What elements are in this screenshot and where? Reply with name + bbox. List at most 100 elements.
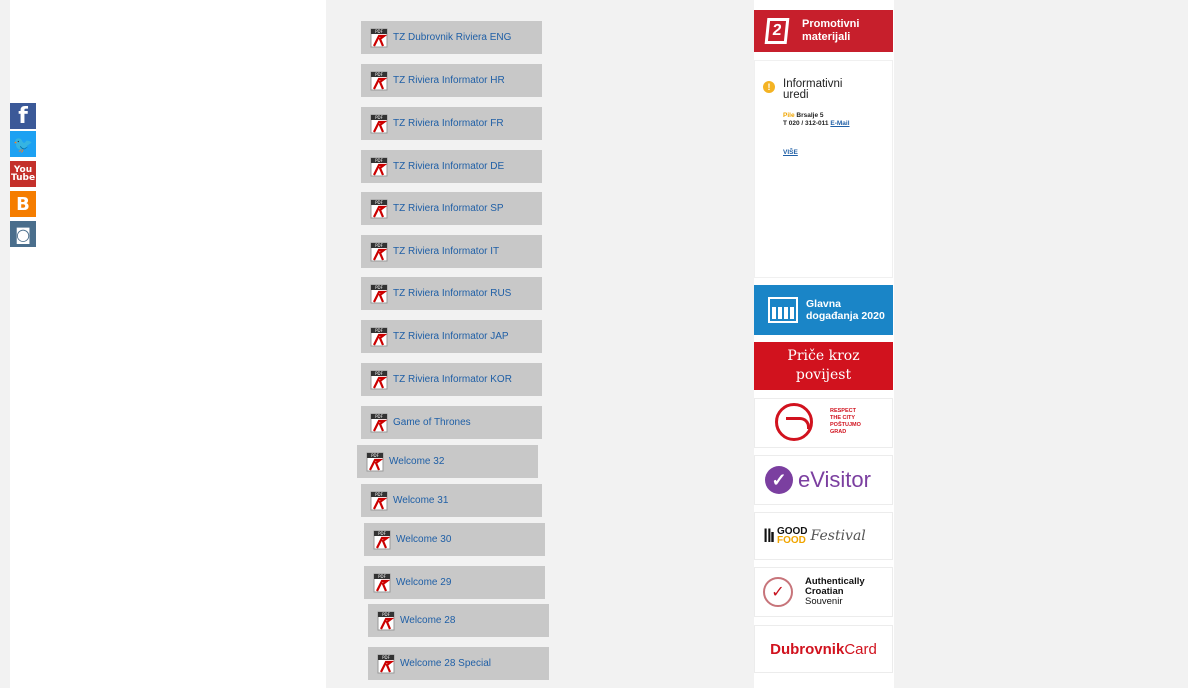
pdf-item-label: TZ Riviera Informator DE [393, 161, 505, 172]
page-background-right [894, 0, 1188, 688]
pdf-item-label: TZ Riviera Informator FR [393, 118, 504, 129]
pdf-item-label: TZ Riviera Informator JAP [393, 331, 509, 342]
respect-the-city-banner[interactable]: RESPECT THE CITY POŠTUJMO GRAD [754, 398, 893, 448]
pdf-file-icon: PDF [377, 611, 395, 631]
pdf-item-label: Welcome 32 [389, 456, 445, 467]
page-background-left [0, 0, 10, 688]
pdf-download-item[interactable]: PDF TZ Riviera Informator FR [361, 107, 542, 140]
pdf-item-label: TZ Riviera Informator IT [393, 246, 500, 257]
good-food-festival-banner[interactable]: ‖ı GOOD FOOD Festival [754, 512, 893, 560]
festival-label: Festival [810, 528, 866, 544]
svg-text:PDF: PDF [375, 371, 383, 376]
respect-text: RESPECT THE CITY POŠTUJMO GRAD [830, 408, 861, 435]
pdf-file-icon: PDF [370, 242, 388, 262]
pdf-download-item[interactable]: PDF TZ Riviera Informator RUS [361, 277, 542, 310]
svg-text:PDF: PDF [375, 29, 383, 34]
svg-text:PDF: PDF [375, 243, 383, 248]
svg-text:PDF: PDF [382, 655, 390, 660]
pdf-item-label: TZ Riviera Informator KOR [393, 374, 512, 385]
svg-text:PDF: PDF [378, 574, 386, 579]
souvenir-label: Authentically Croatian Souvenir [805, 576, 865, 607]
promo-materials-banner[interactable]: 2 Promotivni materijali [754, 10, 893, 52]
pdf-item-label: TZ Dubrovnik Riviera ENG [393, 32, 512, 43]
twitter-icon[interactable]: 🐦 [10, 131, 36, 157]
pdf-download-item[interactable]: PDF TZ Riviera Informator KOR [361, 363, 542, 396]
pdf-download-item[interactable]: PDF Welcome 29 [364, 566, 545, 599]
pdf-download-item[interactable]: PDF Welcome 28 Special [368, 647, 549, 680]
dubrovnik-card-banner[interactable]: Dubrovnik Card [754, 625, 893, 673]
info-email-link[interactable]: E-Mail [830, 120, 849, 127]
pdf-download-item[interactable]: PDF TZ Riviera Informator IT [361, 235, 542, 268]
pdf-file-icon: PDF [366, 452, 384, 472]
history-stories-banner[interactable]: Priče kroz povijest [754, 342, 893, 390]
pdf-download-item[interactable]: PDF Welcome 30 [364, 523, 545, 556]
pdf-item-label: Game of Thrones [393, 417, 471, 428]
pdf-file-icon: PDF [370, 157, 388, 177]
good-food-label: GOOD FOOD [776, 526, 808, 546]
pdf-file-icon: PDF [377, 654, 395, 674]
pdf-download-item[interactable]: PDF TZ Dubrovnik Riviera ENG [361, 21, 542, 54]
pdf-item-label: TZ Riviera Informator HR [393, 75, 505, 86]
facebook-icon[interactable]: f [10, 103, 36, 129]
pdf-file-icon: PDF [370, 199, 388, 219]
events-label: Glavna događanja 2020 [806, 298, 885, 322]
pdf-download-item[interactable]: PDF TZ Riviera Informator HR [361, 64, 542, 97]
pdf-file-icon: PDF [370, 370, 388, 390]
dubrovnik-card-label: Dubrovnik [770, 640, 845, 658]
pdf-file-icon: PDF [370, 284, 388, 304]
pdf-item-label: Welcome 29 [396, 577, 452, 588]
info-address: Pile Brsalje 5 T 020 / 312-011 E-Mail [783, 112, 850, 127]
pdf-download-item[interactable]: PDF Welcome 32 [357, 445, 538, 478]
pdf-download-item[interactable]: PDF Welcome 31 [361, 484, 542, 517]
evisitor-check-icon: ✓ [765, 466, 793, 494]
calendar-icon [768, 297, 798, 323]
svg-text:PDF: PDF [375, 200, 383, 205]
card-label: Card [844, 640, 877, 658]
respect-logo-icon [775, 403, 813, 441]
authentic-souvenir-banner[interactable]: ✓ Authentically Croatian Souvenir [754, 567, 893, 617]
promo-label: Promotivni materijali [802, 18, 860, 43]
blogger-icon[interactable]: B [10, 191, 36, 217]
pdf-item-label: Welcome 30 [396, 534, 452, 545]
cutlery-icon: ‖ı [763, 525, 775, 546]
pdf-file-icon: PDF [373, 573, 391, 593]
pdf-file-icon: PDF [370, 491, 388, 511]
pdf-download-item[interactable]: PDF TZ Riviera Informator DE [361, 150, 542, 183]
pdf-download-item[interactable]: PDF TZ Riviera Informator SP [361, 192, 542, 225]
pdf-item-label: Welcome 31 [393, 495, 449, 506]
svg-text:PDF: PDF [382, 612, 390, 617]
svg-text:PDF: PDF [375, 414, 383, 419]
svg-text:PDF: PDF [375, 158, 383, 163]
pdf-file-icon: PDF [370, 114, 388, 134]
svg-text:PDF: PDF [375, 115, 383, 120]
svg-text:PDF: PDF [375, 72, 383, 77]
youtube-icon[interactable]: You Tube [10, 161, 36, 187]
pdf-item-label: TZ Riviera Informator SP [393, 203, 504, 214]
pdf-item-label: TZ Riviera Informator RUS [393, 288, 512, 299]
svg-text:PDF: PDF [378, 531, 386, 536]
svg-text:PDF: PDF [371, 453, 379, 458]
pdf-file-icon: PDF [373, 530, 391, 550]
pdf-download-item[interactable]: PDF TZ Riviera Informator JAP [361, 320, 542, 353]
pdf-file-icon: PDF [370, 28, 388, 48]
pdf-download-item[interactable]: PDF Game of Thrones [361, 406, 542, 439]
instagram-icon[interactable]: ◙ [10, 221, 36, 247]
evisitor-label: eVisitor [798, 467, 871, 492]
main-events-banner[interactable]: Glavna događanja 2020 [754, 285, 893, 335]
info-offices-box: ! Informativni uredi Pile Brsalje 5 T 02… [754, 60, 893, 278]
souvenir-seal-icon: ✓ [763, 577, 793, 607]
svg-text:PDF: PDF [375, 492, 383, 497]
svg-text:PDF: PDF [375, 328, 383, 333]
pdf-file-icon: PDF [370, 327, 388, 347]
pdf-item-label: Welcome 28 Special [400, 658, 491, 669]
promo-brochure-icon: 2 [764, 18, 790, 44]
pdf-item-label: Welcome 28 [400, 615, 456, 626]
next-banner-partial [754, 681, 893, 688]
svg-text:PDF: PDF [375, 285, 383, 290]
pdf-file-icon: PDF [370, 71, 388, 91]
info-icon: ! [763, 81, 775, 93]
info-more-link[interactable]: VIŠE [783, 149, 798, 156]
evisitor-banner[interactable]: ✓ eVisitor [754, 455, 893, 505]
pdf-download-item[interactable]: PDF Welcome 28 [368, 604, 549, 637]
pdf-file-icon: PDF [370, 413, 388, 433]
